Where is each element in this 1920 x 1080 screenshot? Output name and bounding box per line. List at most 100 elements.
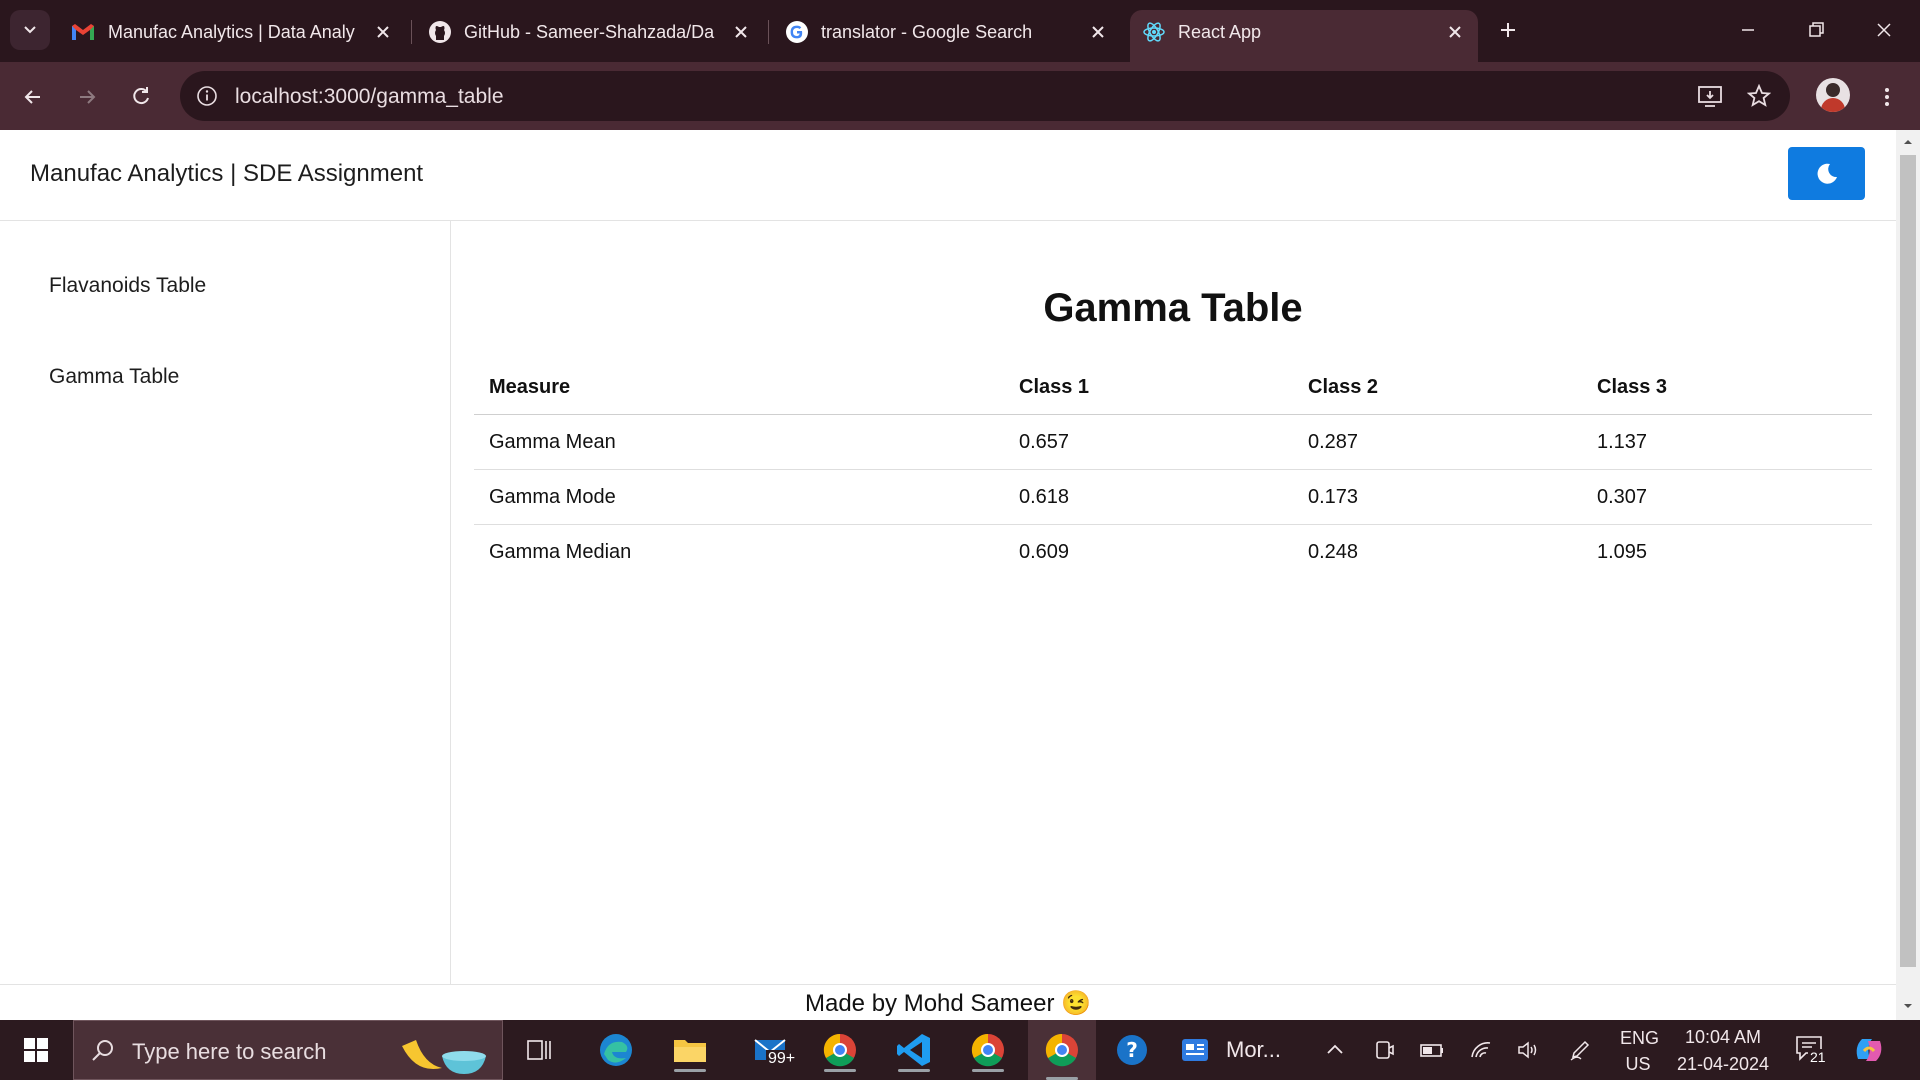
column-header-measure: Measure <box>474 361 1004 415</box>
table-cell: 0.287 <box>1293 414 1582 470</box>
chevron-up-icon[interactable] <box>1324 1039 1346 1061</box>
vscode-icon <box>897 1034 930 1066</box>
table-row: Gamma Mode 0.618 0.173 0.307 <box>474 469 1872 525</box>
reload-icon <box>133 87 149 105</box>
wifi-icon[interactable] <box>1469 1039 1493 1061</box>
clock-date[interactable]: 21-04-2024 <box>1670 1054 1776 1075</box>
windows-logo-icon <box>24 1038 48 1062</box>
table-cell: Gamma Mode <box>474 469 1004 525</box>
page-title: Gamma Table <box>1043 286 1303 330</box>
tab-gmail[interactable]: Manufac Analytics | Data Analy <box>70 12 395 52</box>
restore-button[interactable] <box>1794 12 1838 48</box>
sidebar-item-gamma-table[interactable]: Gamma Table <box>49 365 179 389</box>
widget-label: Mor... <box>1226 1037 1282 1062</box>
scrollbar-thumb[interactable] <box>1900 155 1916 967</box>
table-row: Gamma Mean 0.657 0.287 1.137 <box>474 414 1872 470</box>
copilot-icon[interactable] <box>1852 1033 1886 1067</box>
mail-app-button[interactable]: 99+ <box>744 1028 798 1072</box>
back-button[interactable] <box>16 80 50 114</box>
table-cell: 0.307 <box>1582 469 1872 525</box>
sidebar-item-flavanoids-table[interactable]: Flavanoids Table <box>49 274 206 298</box>
gamma-table: Measure Class 1 Class 2 Class 3 Gamma Me… <box>474 361 1872 579</box>
web-page: Manufac Analytics | SDE Assignment Flava… <box>0 130 1896 1020</box>
forward-button[interactable] <box>70 80 104 114</box>
news-icon <box>1182 1039 1208 1061</box>
clock-time[interactable]: 10:04 AM <box>1670 1027 1776 1048</box>
info-icon <box>197 86 217 106</box>
chrome-icon <box>1045 1033 1078 1067</box>
app-brand[interactable]: Manufac Analytics | SDE Assignment <box>30 160 423 188</box>
plus-icon <box>1501 23 1515 37</box>
notifications-button[interactable]: 21 <box>1794 1032 1830 1068</box>
table-cell: Gamma Mean <box>474 414 1004 470</box>
arrow-left-icon <box>24 90 40 104</box>
address-bar[interactable]: localhost:3000/gamma_table <box>180 71 1790 121</box>
start-button[interactable] <box>10 1028 62 1072</box>
close-icon[interactable] <box>1086 20 1110 44</box>
edge-browser-button[interactable] <box>590 1028 642 1072</box>
column-header-class-1: Class 1 <box>1004 361 1293 415</box>
task-view-button[interactable] <box>514 1028 566 1072</box>
tab-github[interactable]: GitHub - Sameer-Shahzada/Da <box>428 12 753 52</box>
table-cell: 0.173 <box>1293 469 1582 525</box>
chrome-button-1[interactable] <box>814 1028 866 1072</box>
scroll-up-icon[interactable] <box>1896 134 1920 150</box>
tab-google-search[interactable]: translator - Google Search <box>785 12 1110 52</box>
volume-icon[interactable] <box>1516 1039 1540 1061</box>
vscode-button[interactable] <box>888 1028 940 1072</box>
help-icon: ? <box>1117 1035 1147 1065</box>
running-indicator <box>972 1069 1004 1072</box>
minimize-button[interactable] <box>1726 12 1770 48</box>
table-cell: 1.137 <box>1582 414 1872 470</box>
language-indicator-bottom[interactable]: US <box>1620 1054 1656 1075</box>
new-tab-button[interactable] <box>1486 12 1530 48</box>
mail-badge: 99+ <box>766 1050 798 1068</box>
restore-icon <box>1809 22 1824 37</box>
folder-icon <box>674 1040 706 1062</box>
browser-tab-bar: Manufac Analytics | Data Analy GitHub - … <box>0 0 1920 62</box>
star-icon[interactable] <box>1747 84 1771 108</box>
browser-menu-button[interactable] <box>1870 80 1904 114</box>
scroll-down-icon[interactable] <box>1896 998 1920 1014</box>
gmail-icon <box>72 24 94 40</box>
tab-title: React App <box>1178 21 1262 42</box>
chrome-button-2[interactable] <box>962 1028 1014 1072</box>
app-navbar: Manufac Analytics | SDE Assignment <box>0 130 1896 221</box>
language-indicator-top[interactable]: ENG <box>1620 1028 1659 1049</box>
banana-bowl-icon <box>402 1040 486 1074</box>
chrome-button-active[interactable] <box>1028 1020 1096 1080</box>
close-icon[interactable] <box>371 20 395 44</box>
minimize-icon <box>1742 29 1754 31</box>
table-cell: 0.248 <box>1308 540 1359 563</box>
tab-search-button[interactable] <box>10 10 50 50</box>
chevron-down-icon <box>24 26 36 34</box>
theme-toggle-button[interactable] <box>1788 147 1865 200</box>
close-icon[interactable] <box>1443 20 1467 44</box>
file-explorer-button[interactable] <box>664 1028 716 1072</box>
get-help-button[interactable]: ? <box>1106 1028 1158 1072</box>
install-app-icon[interactable] <box>1697 83 1723 109</box>
meet-now-icon[interactable] <box>1373 1039 1395 1061</box>
table-cell: 0.609 <box>1019 540 1070 563</box>
chrome-icon <box>823 1033 856 1067</box>
battery-icon[interactable] <box>1419 1039 1445 1061</box>
tab-title: translator - Google Search <box>821 21 1033 42</box>
taskbar-search-box[interactable]: Type here to search <box>73 1020 503 1080</box>
table-row: Gamma Median 0.609 0.248 1.095 <box>474 525 1872 580</box>
pen-icon[interactable] <box>1569 1039 1593 1061</box>
search-icon <box>92 1040 113 1061</box>
github-icon <box>429 21 451 43</box>
tab-react-app[interactable]: React App <box>1142 12 1467 52</box>
news-widget-button[interactable]: Mor... <box>1172 1028 1302 1072</box>
notification-count: 21 <box>1808 1049 1828 1065</box>
moon-icon <box>1817 163 1837 184</box>
close-window-button[interactable] <box>1862 12 1906 48</box>
table-cell: 0.618 <box>1004 469 1293 525</box>
edge-icon <box>600 1034 632 1066</box>
url-text: localhost:3000/gamma_table <box>235 85 504 108</box>
reload-button[interactable] <box>124 80 158 114</box>
close-icon[interactable] <box>729 20 753 44</box>
more-vertical-icon <box>1885 88 1889 106</box>
profile-avatar[interactable] <box>1816 78 1850 112</box>
tab-title: Manufac Analytics | Data Analy <box>108 21 355 42</box>
